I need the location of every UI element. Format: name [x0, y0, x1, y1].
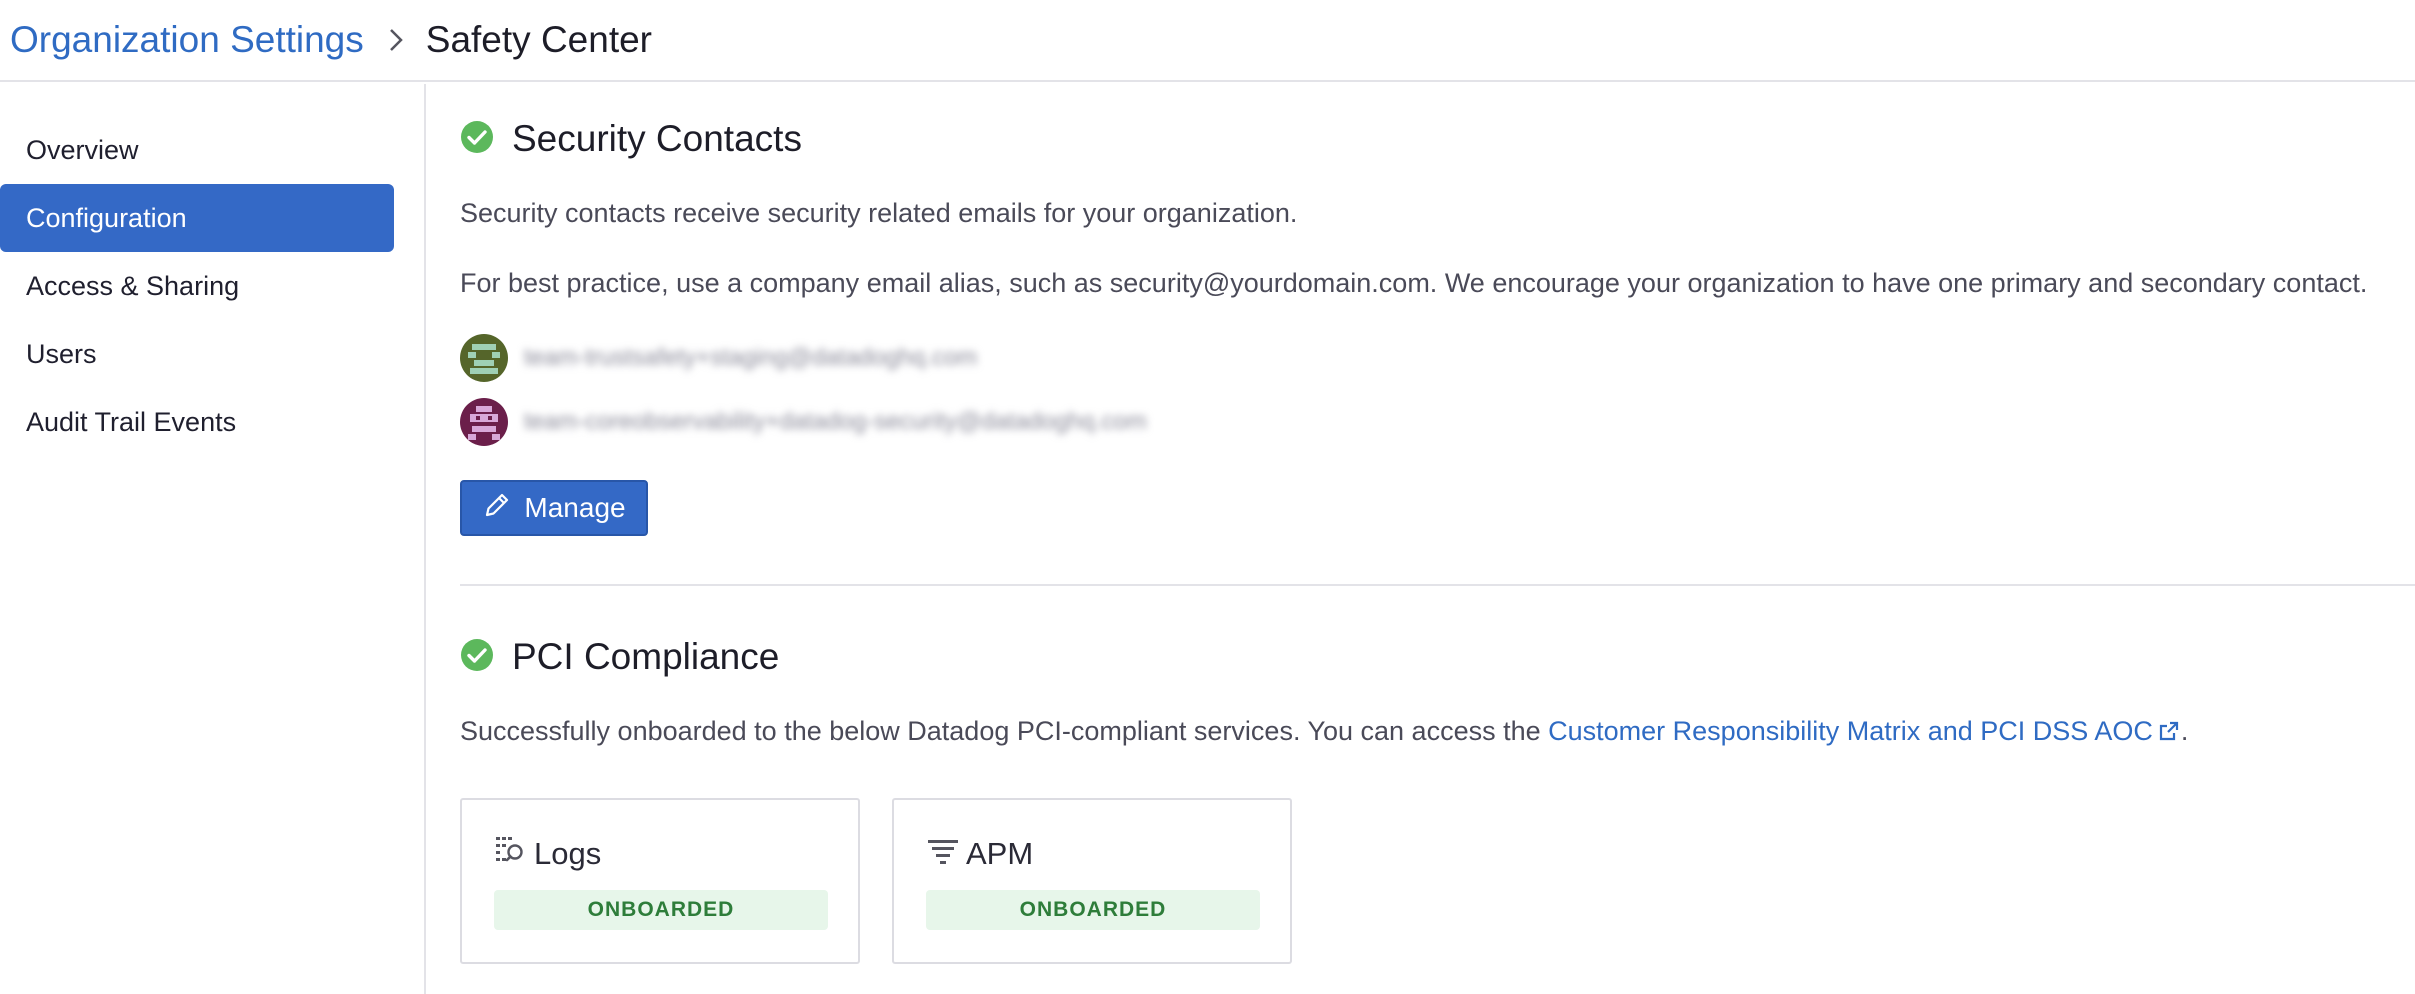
service-card-header: Logs	[494, 834, 601, 873]
pci-description-suffix: .	[2180, 716, 2189, 746]
service-card-apm: APM ONBOARDED	[892, 798, 1292, 964]
pencil-icon	[482, 490, 524, 527]
sidebar-item-users[interactable]: Users	[0, 320, 394, 388]
apm-trace-icon	[926, 834, 960, 873]
pci-description-text: Successfully onboarded to the below Data…	[460, 716, 1549, 746]
breadcrumb: Organization Settings Safety Center	[0, 0, 2415, 82]
contact-email: team-coreobservability+datadog-security@…	[524, 408, 1147, 435]
service-name: APM	[966, 835, 1034, 871]
status-badge: ONBOARDED	[926, 890, 1260, 930]
manage-button[interactable]: Manage	[460, 480, 648, 536]
main-content: Security Contacts Security contacts rece…	[460, 84, 2415, 994]
sidebar-item-label: Configuration	[26, 202, 187, 233]
page-title: Safety Center	[425, 19, 652, 60]
section-divider	[460, 584, 2415, 586]
pci-compliance-title: PCI Compliance	[512, 636, 780, 677]
service-card-logs: Logs ONBOARDED	[460, 798, 860, 964]
sidebar-item-access-sharing[interactable]: Access & Sharing	[0, 252, 394, 320]
sidebar: Overview Configuration Access & Sharing …	[0, 84, 426, 994]
check-circle-icon	[460, 638, 494, 677]
breadcrumb-organization-settings-link[interactable]: Organization Settings	[10, 19, 364, 61]
pci-description: Successfully onboarded to the below Data…	[460, 716, 2188, 750]
sidebar-item-label: Users	[26, 338, 97, 369]
security-contacts-description: Security contacts receive security relat…	[460, 198, 1298, 228]
logs-search-icon	[494, 834, 528, 873]
sidebar-item-audit-trail-events[interactable]: Audit Trail Events	[0, 388, 394, 456]
sidebar-item-label: Access & Sharing	[26, 270, 240, 301]
pci-compliance-header: PCI Compliance	[460, 636, 779, 678]
security-contacts-best-practice: For best practice, use a company email a…	[460, 268, 2368, 298]
contact-email: team-trustsafety+staging@datadoghq.com	[524, 344, 978, 371]
status-badge: ONBOARDED	[494, 890, 828, 930]
pci-link-text: Customer Responsibility Matrix and PCI D…	[1548, 716, 2153, 746]
avatar	[460, 398, 508, 446]
pci-responsibility-matrix-link[interactable]: Customer Responsibility Matrix and PCI D…	[1548, 716, 2181, 746]
manage-button-label: Manage	[524, 492, 626, 523]
service-name: Logs	[534, 835, 602, 871]
sidebar-item-label: Overview	[26, 134, 139, 165]
contact-item: team-trustsafety+staging@datadoghq.com	[460, 334, 977, 382]
sidebar-item-configuration[interactable]: Configuration	[0, 184, 394, 252]
contact-item: team-coreobservability+datadog-security@…	[460, 398, 1147, 446]
sidebar-item-label: Audit Trail Events	[26, 406, 237, 437]
service-card-header: APM	[926, 834, 1033, 873]
chevron-right-icon	[388, 27, 404, 53]
external-link-icon	[2157, 719, 2181, 750]
avatar	[460, 334, 508, 382]
security-contacts-title: Security Contacts	[512, 118, 802, 159]
sidebar-item-overview[interactable]: Overview	[0, 116, 394, 184]
check-circle-icon	[460, 120, 494, 159]
security-contacts-header: Security Contacts	[460, 118, 802, 160]
